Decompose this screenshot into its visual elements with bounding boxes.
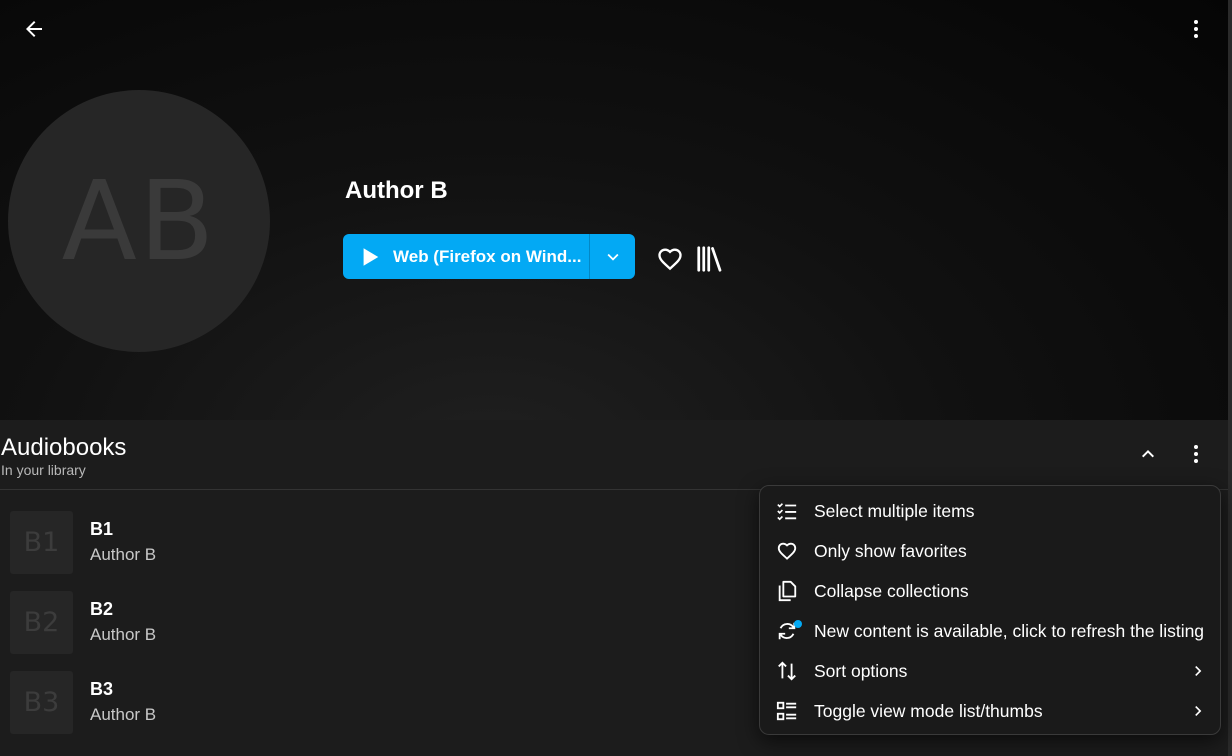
menu-item-label: Select multiple items [814,500,975,521]
sort-icon [776,660,798,682]
play-button[interactable]: Web (Firefox on Wind... [343,234,589,279]
dots-vertical-icon [1194,445,1198,463]
author-avatar: AB [8,90,270,352]
section-subtitle: In your library [1,462,86,478]
play-button-group: Web (Firefox on Wind... [343,234,635,279]
dots-vertical-icon [1194,20,1198,38]
menu-item-refresh-listing[interactable]: New content is available, click to refre… [760,611,1220,651]
section-options-menu: Select multiple items Only show favorite… [759,485,1221,735]
chevron-right-icon [1195,706,1202,716]
play-options-dropdown[interactable] [590,234,635,279]
library-icon [697,246,722,272]
audiobook-author[interactable]: Author B [90,545,156,565]
menu-item-label: Toggle view mode list/thumbs [814,700,1043,721]
new-content-indicator [794,620,802,628]
audiobooks-section-header: Audiobooks In your library [0,420,1228,490]
menu-item-label: New content is available, click to refre… [814,620,1205,641]
audiobook-title: B2 [90,599,114,619]
menu-item-select-multiple[interactable]: Select multiple items [760,491,1220,531]
menu-item-toggle-view-mode[interactable]: Toggle view mode list/thumbs [760,691,1220,731]
audiobook-thumbnail: B2 [10,591,73,654]
audiobook-author[interactable]: Author B [90,625,156,645]
audiobook-thumbnail: B1 [10,511,73,574]
menu-item-label: Sort options [814,660,908,681]
menu-item-sort-options[interactable]: Sort options [760,651,1220,691]
play-icon [363,247,379,266]
checklist-icon [776,500,798,522]
audiobook-title: B1 [90,519,114,539]
chevron-up-icon [1142,450,1154,458]
heart-outline-icon [658,248,682,271]
chevron-down-icon [607,253,618,261]
section-menu-button[interactable] [1176,434,1216,474]
page-menu-button[interactable] [1176,9,1216,49]
menu-item-label: Collapse collections [814,580,969,601]
collapse-section-button[interactable] [1128,434,1168,474]
back-button[interactable] [14,9,54,49]
menu-item-label: Only show favorites [814,540,967,561]
audiobook-author[interactable]: Author B [90,705,156,725]
menu-item-collapse-collections[interactable]: Collapse collections [760,571,1220,611]
section-title: Audiobooks [1,434,127,461]
view-list-icon [776,700,798,722]
favorite-button[interactable] [650,239,690,279]
heart-outline-icon [776,540,798,562]
chevron-right-icon [1195,666,1202,676]
arrow-left-icon [26,21,42,37]
library-button[interactable] [690,239,730,279]
copy-icon [776,580,798,602]
play-target-label: Web (Firefox on Wind... [393,246,582,266]
menu-item-favorites-filter[interactable]: Only show favorites [760,531,1220,571]
audiobook-thumbnail: B3 [10,671,73,734]
scrollbar[interactable] [1228,0,1232,756]
avatar-initials: AB [61,157,217,285]
page-title: Author B [345,177,448,204]
audiobook-title: B3 [90,679,114,699]
